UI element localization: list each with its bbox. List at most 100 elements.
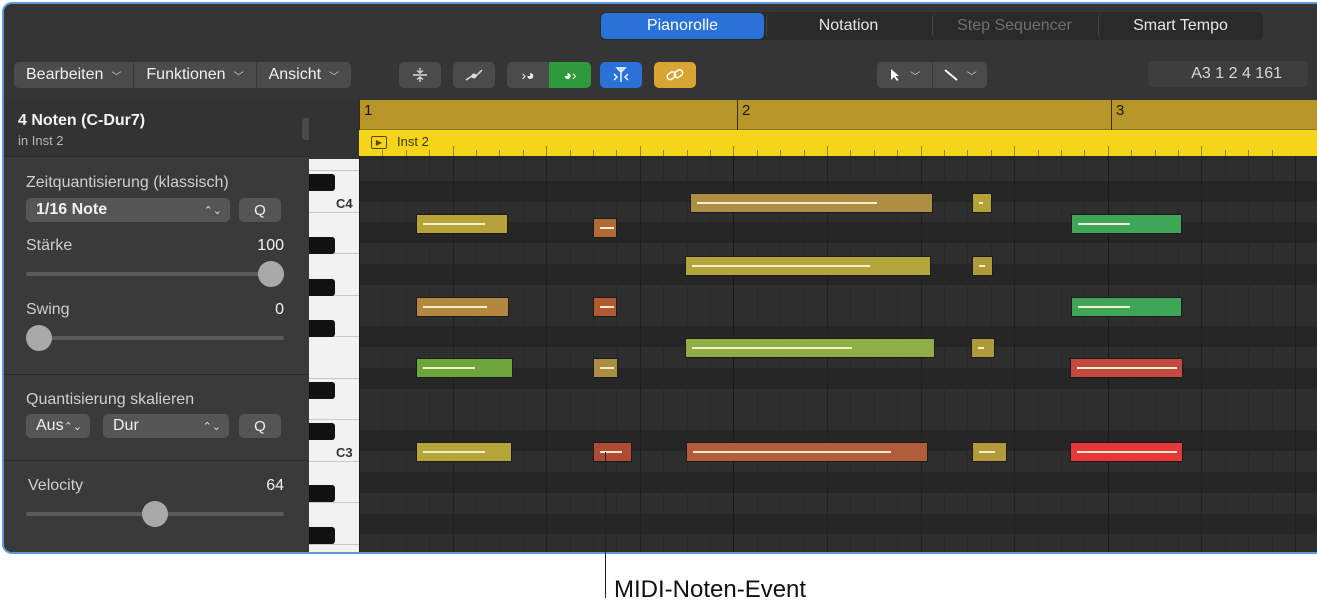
quantize-q-button[interactable]: Q (239, 198, 281, 222)
up-down-chevron-icon: ⌃⌄ (63, 420, 82, 433)
midi-note-event[interactable] (1071, 214, 1182, 234)
note-velocity-line (1078, 306, 1130, 308)
note-velocity-line (423, 451, 485, 453)
up-down-chevron-icon: ⌃⌄ (203, 204, 222, 217)
midi-note-event[interactable] (972, 442, 1007, 462)
midi-note-event[interactable] (690, 193, 933, 213)
midi-note-event[interactable] (416, 297, 509, 317)
chevron-down-icon: ﹀ (910, 71, 921, 83)
strength-slider-knob[interactable] (258, 261, 284, 287)
white-key-divider (309, 502, 359, 503)
midi-note-event[interactable] (416, 358, 513, 378)
black-key[interactable] (309, 279, 335, 296)
collapse-button[interactable] (399, 62, 441, 88)
black-key[interactable] (309, 527, 335, 544)
scale-quantize-q-button[interactable]: Q (239, 414, 281, 438)
divider (4, 374, 309, 375)
scale-mode-popup[interactable]: Dur ⌃⌄ (103, 414, 229, 438)
tab-smart-tempo[interactable]: Smart Tempo (1098, 13, 1262, 39)
midi-note-event[interactable] (686, 442, 928, 462)
velocity-slider-knob[interactable] (142, 501, 168, 527)
chevron-down-icon: ﹀ (329, 71, 340, 83)
note-velocity-line (693, 451, 891, 453)
pointer-tool-menu[interactable]: ﹀ (877, 62, 933, 88)
note-velocity-line (423, 367, 475, 369)
tab-step-sequencer[interactable]: Step Sequencer (932, 13, 1096, 39)
region-tick (639, 146, 641, 156)
grid-line (1061, 156, 1062, 552)
black-key[interactable] (309, 382, 335, 399)
collapse-icon (413, 68, 427, 82)
pitch-lane (359, 513, 1317, 535)
midi-note-event[interactable] (685, 256, 931, 276)
black-key[interactable] (309, 485, 335, 502)
midi-note-event[interactable] (1070, 358, 1183, 378)
scale-quantize-off-popup[interactable]: Aus ⌃⌄ (26, 414, 90, 438)
midi-note-event[interactable] (1070, 442, 1183, 462)
midi-note-event[interactable] (1071, 297, 1182, 317)
catch-playhead-button[interactable] (600, 62, 642, 88)
grid-line (382, 156, 384, 552)
time-quantize-popup[interactable]: 1/16 Note ⌃⌄ (26, 198, 230, 222)
midi-in-out-toggle[interactable]: ›◕ ◕› (507, 62, 591, 88)
note-velocity-line (423, 223, 485, 225)
pencil-tool-menu[interactable]: ﹀ (933, 62, 988, 88)
strength-label: Stärke (26, 237, 73, 254)
midi-note-event[interactable] (416, 442, 512, 462)
midi-out-icon: ◕› (549, 62, 591, 88)
midi-note-event[interactable] (593, 218, 617, 238)
swing-slider[interactable] (26, 336, 284, 340)
edit-menu-button[interactable]: Bearbeiten ﹀ (14, 62, 135, 88)
note-velocity-line (692, 265, 870, 267)
link-button[interactable] (654, 62, 696, 88)
midi-note-event[interactable] (685, 338, 935, 358)
midi-note-event[interactable] (971, 338, 995, 358)
pointer-arrow-icon (891, 69, 900, 81)
note-velocity-line (1077, 451, 1177, 453)
quantize-inspector: 4 Noten (C-Dur7) in Inst 2 Zeitquantisie… (4, 100, 309, 552)
grid-line (967, 156, 969, 552)
tab-piano-roll[interactable]: Pianorolle (601, 13, 764, 39)
view-menu-button[interactable]: Ansicht ﹀ (257, 62, 351, 88)
grid-line (1248, 156, 1250, 552)
black-key[interactable] (309, 320, 335, 337)
swing-label: Swing (26, 301, 70, 318)
pitch-lane (359, 472, 1317, 493)
white-key-divider (309, 211, 359, 213)
bar-ruler[interactable]: 1 2 3 (359, 100, 1317, 130)
bar-number-1: 1 (364, 102, 373, 119)
grid-line (1037, 156, 1039, 552)
grid-line (359, 156, 360, 552)
midi-note-event[interactable] (972, 193, 992, 213)
grid-line (663, 156, 665, 552)
midi-note-event[interactable] (593, 358, 618, 378)
scale-off-value: Aus (36, 417, 64, 434)
divider (4, 460, 309, 461)
midi-note-event[interactable] (972, 256, 993, 276)
note-velocity-line (423, 306, 487, 308)
note-velocity-line (979, 202, 983, 204)
midi-note-event[interactable] (416, 214, 508, 234)
pencil-line-icon (944, 69, 958, 81)
strength-slider[interactable] (26, 272, 284, 276)
callout-label: MIDI-Noten-Event (614, 576, 807, 603)
midi-note-event[interactable] (593, 297, 617, 317)
selection-subtitle: in Inst 2 (18, 133, 64, 148)
region-tick (733, 146, 735, 156)
midi-note-event[interactable] (593, 442, 632, 462)
tab-notation[interactable]: Notation (766, 13, 930, 39)
automation-button[interactable] (453, 62, 495, 88)
midi-region-header[interactable]: ▶ Inst 2 (359, 130, 1317, 156)
swing-slider-knob[interactable] (26, 325, 52, 351)
black-key[interactable] (309, 174, 335, 191)
bar-number-2: 2 (742, 102, 751, 119)
note-grid[interactable] (359, 156, 1317, 552)
midi-in-icon: ›◕ (521, 67, 535, 83)
pitch-lane (359, 534, 1317, 552)
white-key-divider (309, 170, 359, 171)
piano-keyboard[interactable]: C4 C3 (309, 159, 359, 552)
black-key[interactable] (309, 423, 335, 440)
black-key[interactable] (309, 237, 335, 254)
chevron-down-icon: ﹀ (111, 71, 122, 83)
functions-menu-button[interactable]: Funktionen ﹀ (134, 62, 257, 88)
